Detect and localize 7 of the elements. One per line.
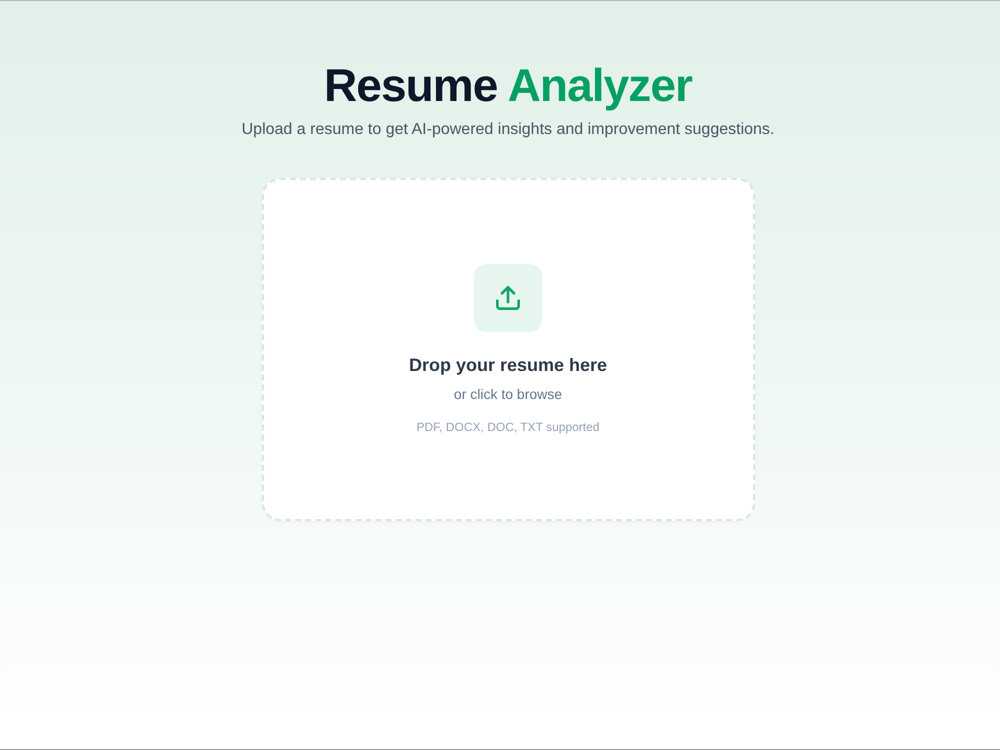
upload-dropzone[interactable]: Drop your resume here or click to browse PDF, DOCX, DOC, TXT supported bbox=[262, 178, 754, 522]
page-title: Resume Analyzer bbox=[324, 58, 692, 113]
dropzone-heading: Drop your resume here bbox=[408, 354, 608, 378]
upload-icon bbox=[474, 264, 542, 332]
browse-hint: or click to browse bbox=[454, 385, 562, 404]
supported-formats: PDF, DOCX, DOC, TXT supported bbox=[416, 419, 600, 436]
page-subtitle: Upload a resume to get AI-powered insights and improvement suggestions. bbox=[242, 120, 774, 140]
